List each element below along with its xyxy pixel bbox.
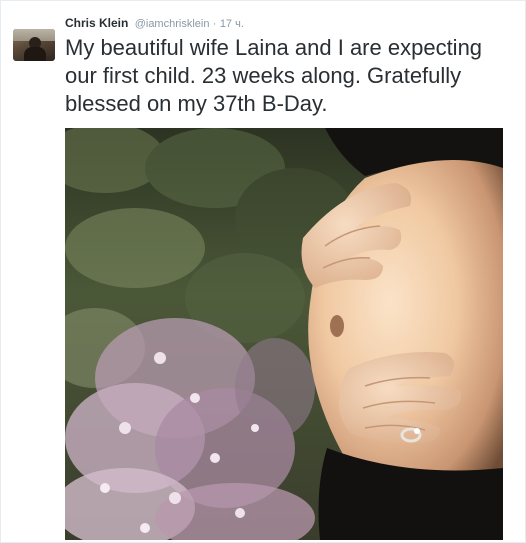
tweet-photo[interactable] bbox=[65, 128, 503, 540]
belly-button bbox=[330, 315, 344, 337]
tweet-timestamp[interactable]: 17 ч. bbox=[220, 18, 244, 30]
author-handle[interactable]: @iamchrisklein bbox=[135, 18, 210, 30]
tweet-text: My beautiful wife Laina and I are expect… bbox=[65, 35, 483, 116]
tweet-header: Chris Klein @iamchrisklein · 17 ч. bbox=[65, 15, 244, 32]
avatar[interactable] bbox=[13, 29, 55, 61]
photo-illustration bbox=[65, 128, 503, 540]
tweet-card: Chris Klein @iamchrisklein · 17 ч. My be… bbox=[0, 0, 526, 543]
meta-separator: · bbox=[212, 18, 217, 30]
avatar-body bbox=[24, 47, 46, 61]
author-name[interactable]: Chris Klein bbox=[65, 16, 128, 30]
